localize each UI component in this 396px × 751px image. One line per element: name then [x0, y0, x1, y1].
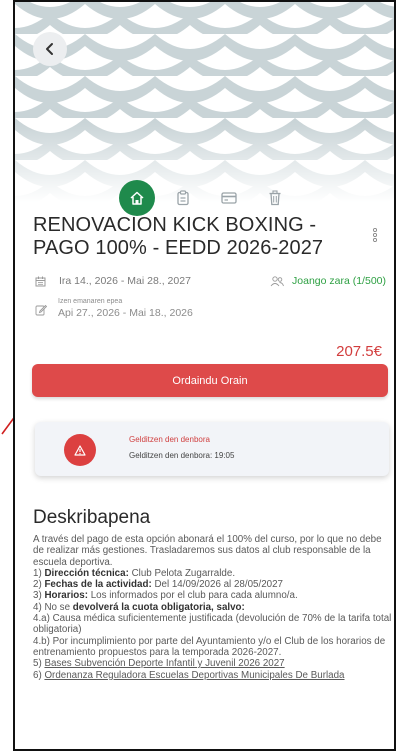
description-line-2: 2) Fechas de la actividad: Del 14/09/202…: [33, 579, 283, 591]
hero-banner: [15, 2, 394, 202]
more-options-icon[interactable]: [372, 227, 378, 248]
trash-icon: [269, 190, 281, 206]
phone-screen: RENOVACION KICK BOXING - PAGO 100% - EED…: [13, 0, 396, 751]
description-line-3: 3) Horarios: Los informados por el club …: [33, 590, 298, 602]
activity-dates: Ira 14., 2026 - Mai 28., 2027: [35, 275, 191, 287]
subsidy-bases-link[interactable]: Bases Subvención Deporte Infantil y Juve…: [44, 658, 284, 669]
registration-label: Izen emanaren epea: [58, 298, 123, 305]
description-body: A través del pago de esta opción abonará…: [33, 534, 393, 681]
registration-range: Api 27., 2026 - Mai 18., 2026: [58, 307, 193, 319]
time-remaining-alert: Gelditzen den denbora Gelditzen den denb…: [35, 422, 389, 476]
chevron-left-icon: [46, 43, 53, 55]
tab-home[interactable]: [119, 180, 155, 216]
participants-count: Joango zara (1/500): [270, 275, 386, 287]
tab-payment[interactable]: [211, 180, 247, 216]
edit-icon: [35, 304, 47, 316]
section-tabs: [119, 180, 293, 216]
home-icon: [130, 191, 144, 205]
description-heading: Deskribapena: [33, 507, 151, 528]
warning-icon: [64, 434, 96, 466]
description-line-6: 6) Ordenanza Reguladora Escuelas Deporti…: [33, 669, 345, 681]
ordinance-link[interactable]: Ordenanza Reguladora Escuelas Deportivas…: [44, 670, 344, 681]
participants-text: Joango zara (1/500): [292, 275, 386, 287]
users-icon: [270, 275, 284, 286]
description-line-1: 1) Dirección técnica: Club Pelota Zugarr…: [33, 567, 236, 579]
page-title: RENOVACION KICK BOXING - PAGO 100% - EED…: [33, 214, 324, 259]
pay-now-button[interactable]: Ordaindu Orain: [32, 364, 388, 397]
calendar-icon: [35, 276, 46, 286]
credit-card-icon: [221, 192, 237, 204]
tab-clipboard[interactable]: [165, 180, 201, 216]
description-line-5: 5) Bases Subvención Deporte Infantil y J…: [33, 658, 285, 670]
dates-text: Ira 14., 2026 - Mai 28., 2027: [59, 275, 191, 287]
tab-delete[interactable]: [257, 180, 293, 216]
back-button[interactable]: [33, 32, 67, 66]
description-line-4: 4) No se devolverá la cuota obligatoria,…: [33, 601, 245, 613]
registration-period: Izen emanaren epea Api 27., 2026 - Mai 1…: [35, 298, 193, 319]
alert-text: Gelditzen den denbora: 19:05: [129, 451, 235, 460]
price: 207.5€: [336, 343, 382, 360]
alert-title: Gelditzen den denbora: [129, 435, 210, 444]
description-line-4a: 4.a) Causa médica suficientemente justif…: [33, 613, 392, 636]
description-intro: A través del pago de esta opción abonará…: [33, 534, 382, 568]
description-line-4b: 4.b) Por incumplimiento por parte del Ay…: [33, 635, 386, 658]
clipboard-icon: [177, 190, 189, 206]
